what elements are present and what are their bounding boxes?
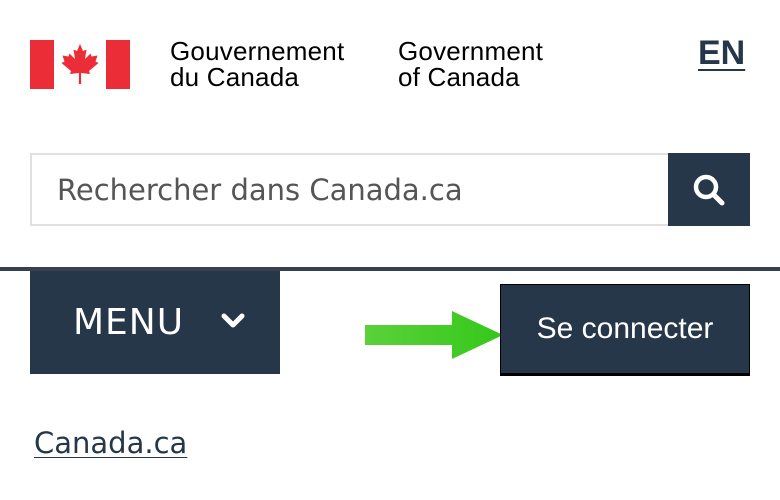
government-name-en-line2: of Canada	[398, 62, 520, 92]
breadcrumb-home-link[interactable]: Canada.ca	[34, 426, 187, 460]
government-name-en-line1: Government	[398, 36, 544, 66]
menu-button[interactable]: MENU	[30, 271, 280, 374]
language-toggle-link[interactable]: EN	[698, 34, 745, 73]
search-button[interactable]	[668, 153, 750, 226]
government-name-en: Government of Canada	[398, 38, 543, 90]
canada-flag-icon	[30, 40, 130, 89]
search-bar	[30, 153, 750, 226]
government-name-fr-line2: du Canada	[170, 62, 300, 92]
green-arrow-icon	[365, 311, 503, 359]
government-name-fr-line1: Gouvernement	[170, 36, 345, 66]
menu-label: MENU	[73, 302, 185, 343]
government-name-fr: Gouvernement du Canada	[170, 38, 344, 90]
sign-in-button[interactable]: Se connecter	[500, 284, 750, 374]
search-input[interactable]	[30, 153, 668, 226]
search-icon	[693, 174, 725, 205]
chevron-down-icon	[221, 313, 245, 328]
